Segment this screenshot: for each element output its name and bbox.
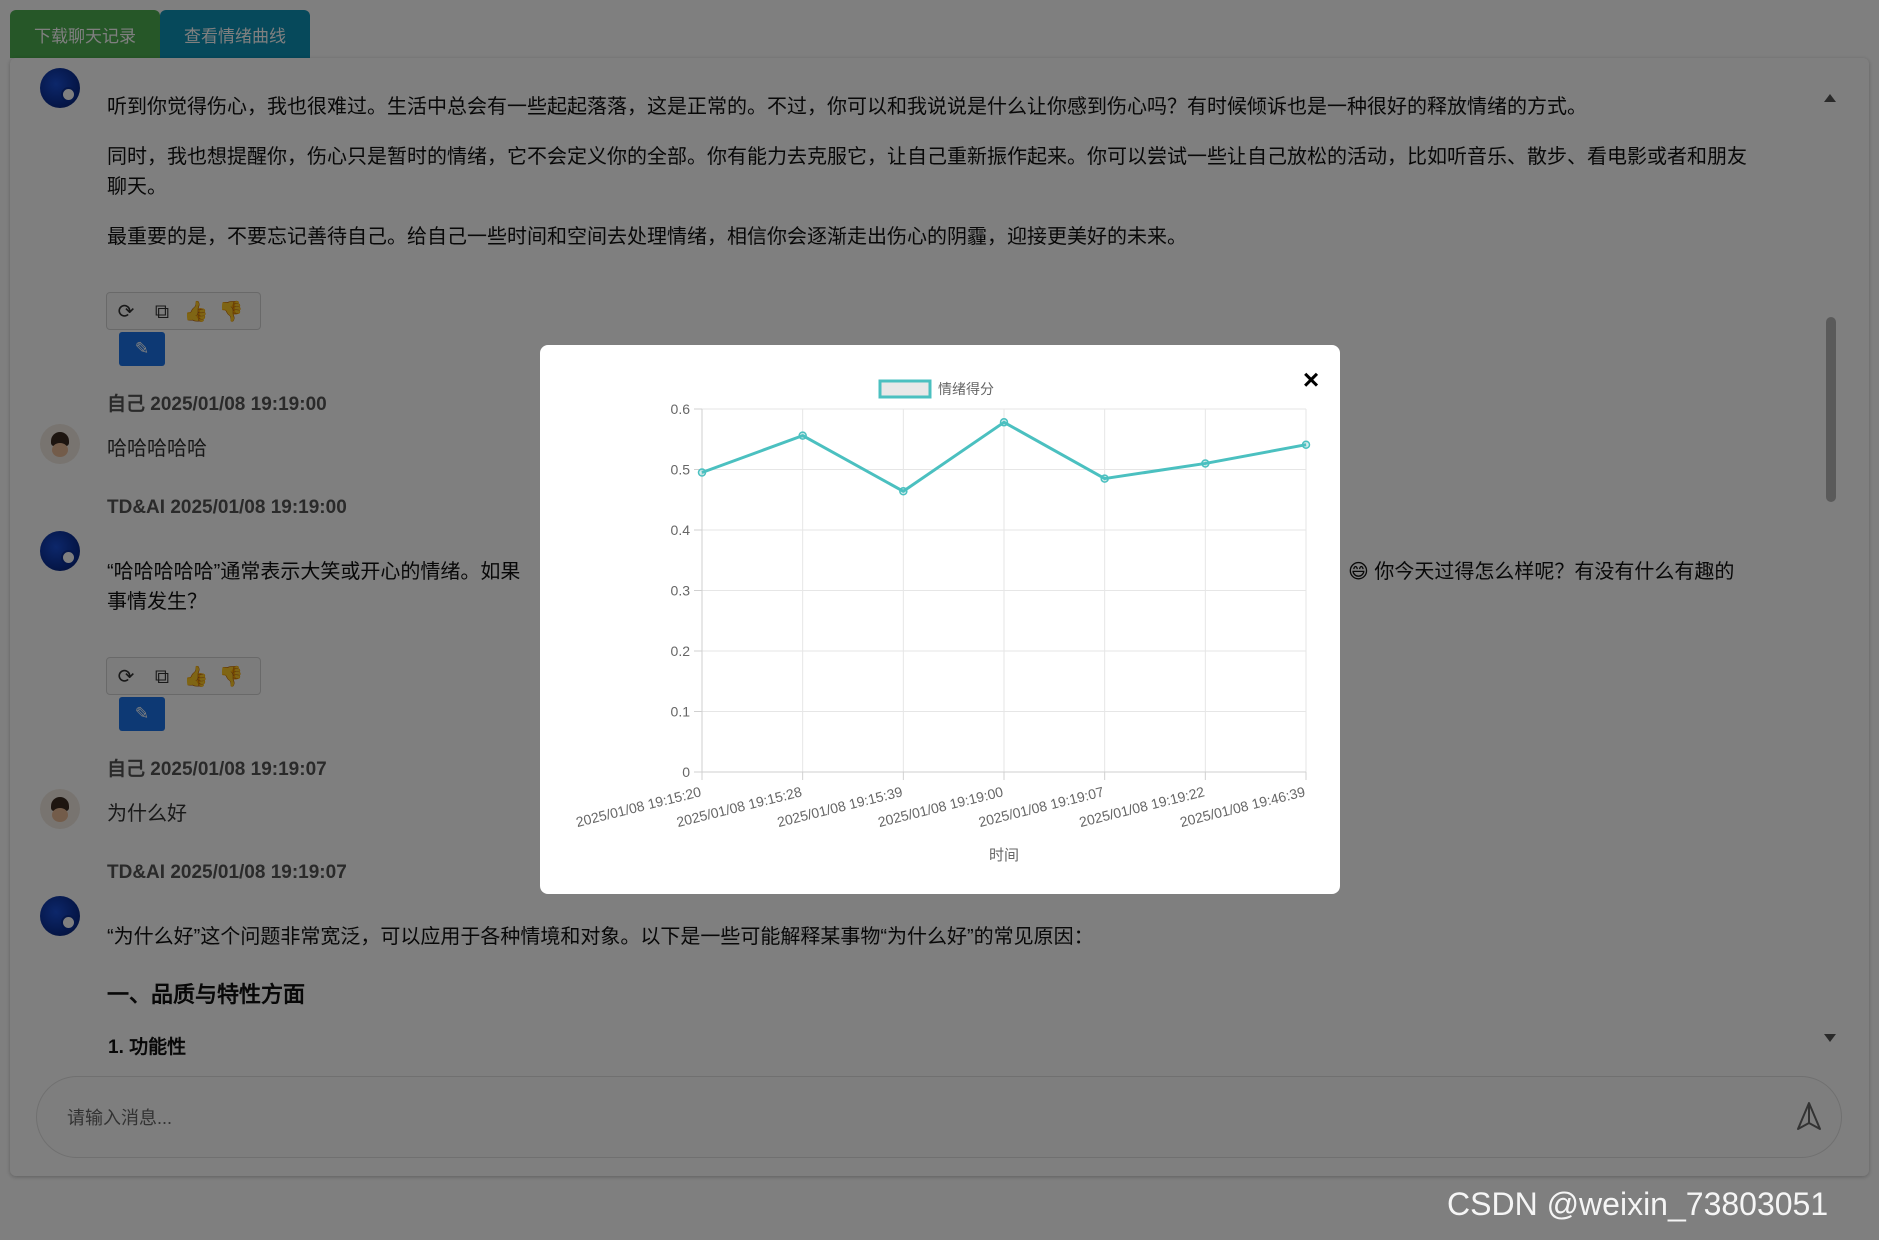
y-tick-label: 0.2 — [671, 643, 691, 659]
y-tick-label: 0.1 — [671, 704, 691, 720]
watermark: CSDN @weixin_73803051 — [1447, 1186, 1829, 1222]
legend-label: 情绪得分 — [938, 381, 994, 397]
data-point — [697, 468, 707, 477]
data-point — [1100, 474, 1109, 483]
close-icon[interactable]: × — [1296, 365, 1326, 395]
y-tick-label: 0.4 — [671, 522, 691, 538]
emotion-curve-modal: 0 0.1 0.2 0.3 0.4 0.5 0.6 2025/01/08 19:15:20 20… — [540, 345, 1340, 894]
data-point — [798, 431, 807, 440]
data-point — [1301, 440, 1311, 449]
emotion-chart: 00.10.20.30.40.50.62025/01/08 19:15:2020… — [574, 379, 1311, 864]
legend-swatch — [878, 379, 932, 399]
x-axis-title: 时间 — [989, 847, 1019, 864]
data-point — [899, 487, 908, 496]
y-tick-label: 0.5 — [671, 462, 691, 478]
y-tick-label: 0.6 — [671, 401, 691, 417]
data-point — [1201, 459, 1210, 468]
data-point — [999, 418, 1009, 427]
y-tick-label: 0 — [682, 764, 690, 780]
y-tick-label: 0.3 — [671, 583, 691, 599]
